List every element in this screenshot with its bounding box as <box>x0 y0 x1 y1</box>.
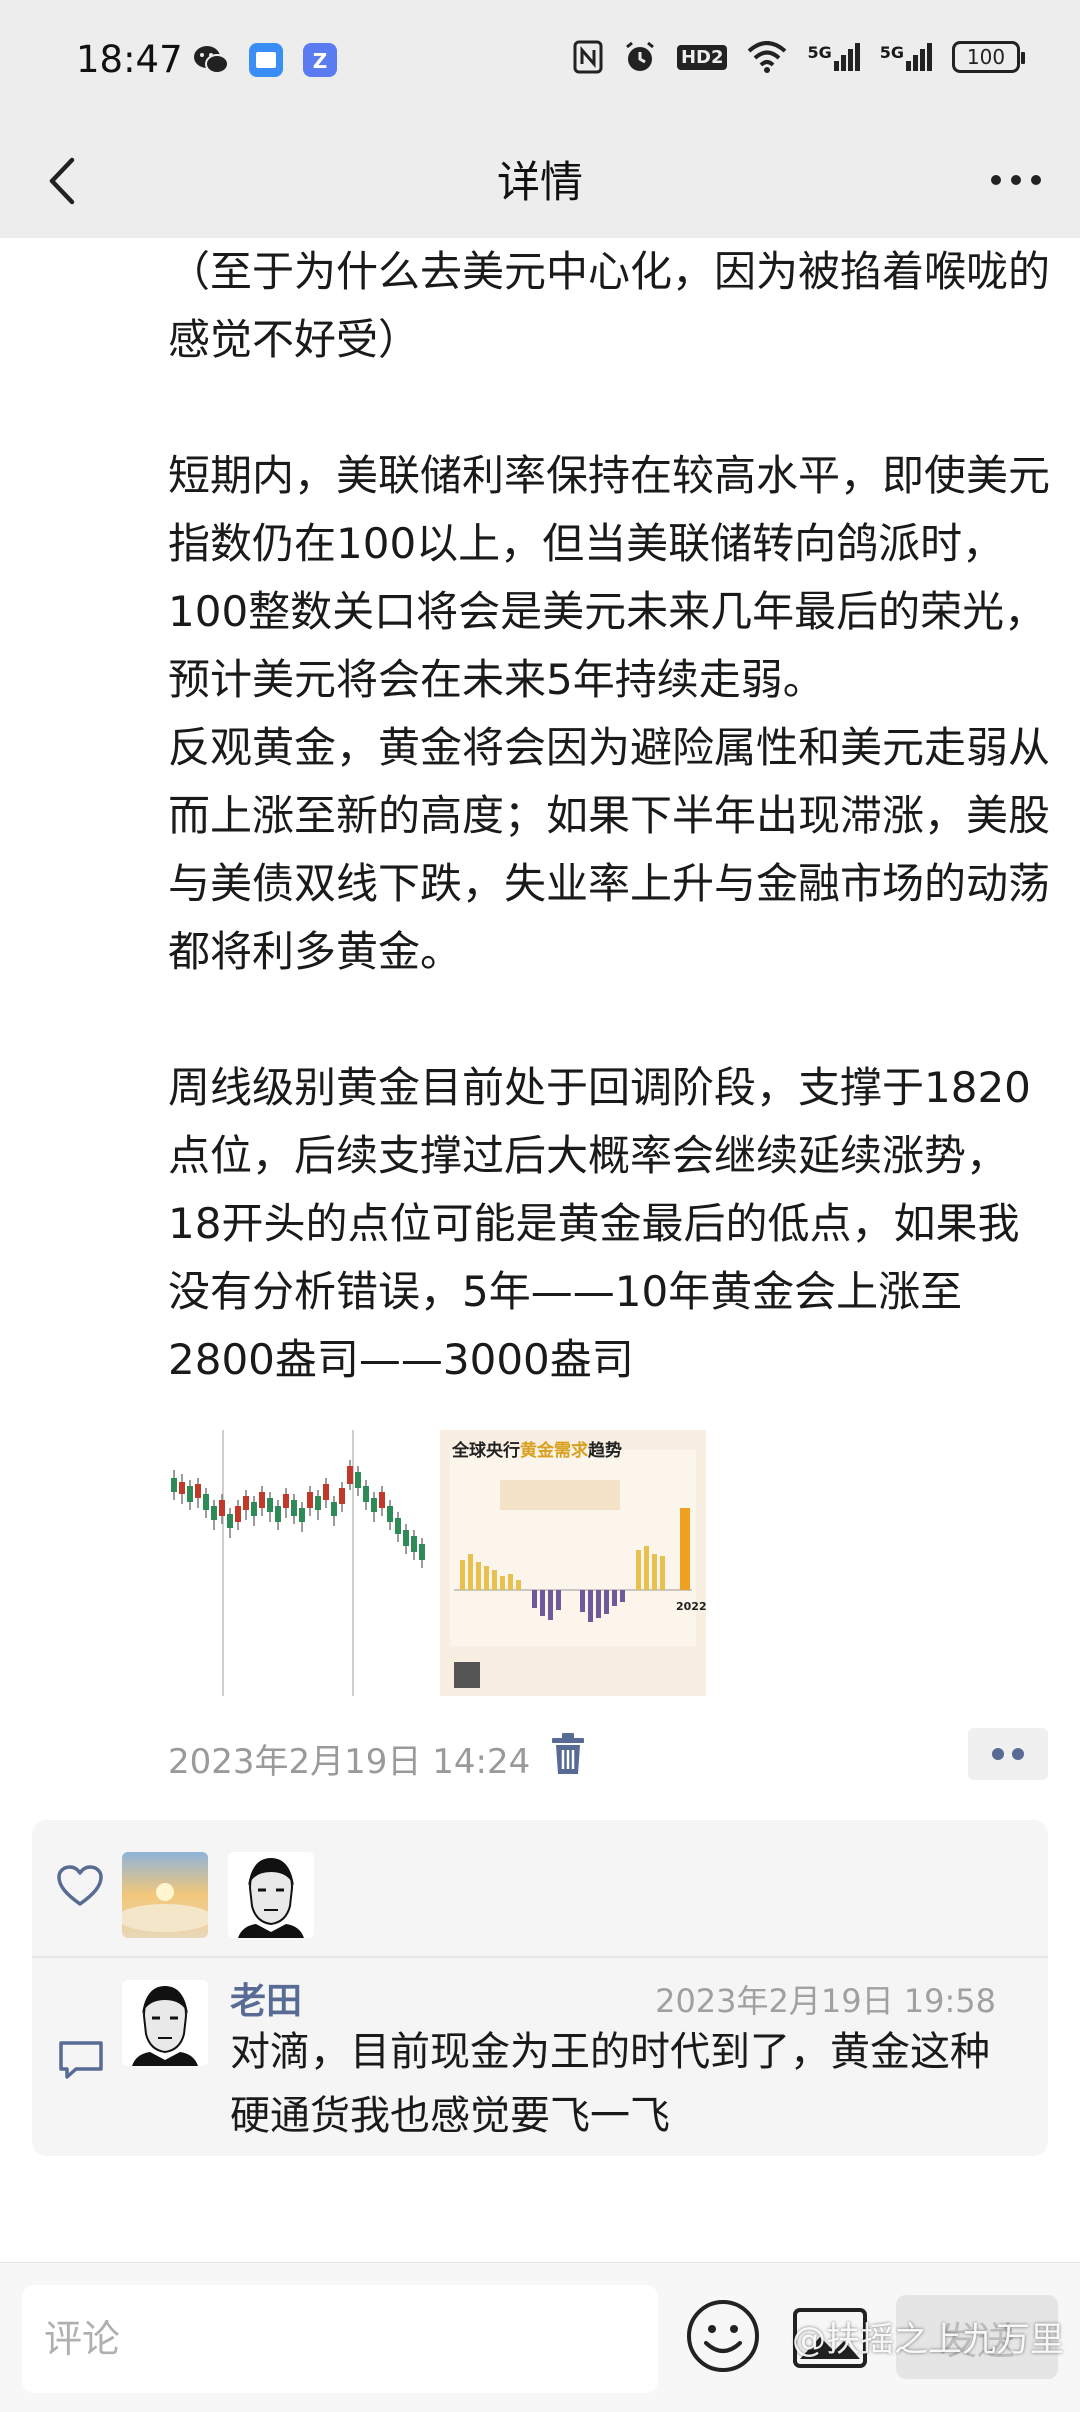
hd-voice-icon: HD2 <box>676 44 728 70</box>
post-paragraph: （至于为什么去美元中心化，因为被掐着喉咙的感觉不好受） <box>168 247 1051 364</box>
liker-avatar[interactable] <box>122 1852 208 1938</box>
more-dot <box>1012 1748 1024 1760</box>
gold-demand-chart-image <box>440 1430 706 1696</box>
signal-5g-icon-1: 5G <box>807 43 860 71</box>
image-thumbnail-candlestick-chart[interactable] <box>168 1430 434 1696</box>
page-title: 详情 <box>497 158 583 208</box>
commenter-name[interactable]: 老田 <box>230 1972 302 2024</box>
comment-timestamp: 2023年2月19日 19:58 <box>655 1982 996 2020</box>
post-meta-row: 2023年2月19日 14:24 <box>168 1728 1048 1784</box>
candlestick-chart-image <box>168 1430 434 1696</box>
status-bar: 18:47 Z HD2 5G 5G 100 <box>0 0 1080 124</box>
gold-chart-title-text: 全球央行黄金需求趋势 <box>452 1441 622 1461</box>
zalo-app-icon: Z <box>303 43 337 77</box>
sketch-face-avatar-image <box>122 1980 208 2066</box>
nfc-icon <box>573 40 603 74</box>
comment-input[interactable] <box>22 2285 658 2393</box>
post-paragraph: 反观黄金，黄金将会因为避险属性和美元走弱从而上涨至新的高度；如果下半年出现滞涨，… <box>168 723 1051 976</box>
more-options-icon[interactable] <box>986 160 1046 200</box>
post-paragraph: 短期内，美联储利率保持在较高水平，即使美元指数仍在100以上，但当美联储转向鸽派… <box>168 451 1051 704</box>
commenter-avatar[interactable] <box>122 1980 208 2066</box>
post-body: （至于为什么去美元中心化，因为被掐着喉咙的感觉不好受） 短期内，美联储利率保持在… <box>168 238 1058 1394</box>
post-timestamp: 2023年2月19日 14:24 <box>168 1742 531 1782</box>
signal-5g-icon-2: 5G <box>880 43 932 71</box>
post-images: 全球央行黄金需求趋势 2022 <box>168 1430 706 1696</box>
sunrise-avatar-image <box>122 1852 208 1938</box>
wifi-icon <box>748 41 787 73</box>
battery-icon: 100 <box>952 41 1025 73</box>
trash-icon[interactable] <box>548 1732 588 1776</box>
post-paragraph: 周线级别黄金目前处于回调阶段，支撑于1820点位，后续支撑过后大概率会继续延续涨… <box>168 1063 1031 1384</box>
comment-text[interactable]: 对滴，目前现金为王的时代到了，黄金这种硬通货我也感觉要飞一飞 <box>230 2020 1020 2148</box>
signal-1-label: 5G <box>807 43 832 62</box>
gold-chart-title: 全球央行黄金需求趋势 <box>452 1436 622 1461</box>
gold-chart-title-highlight: 黄金需求 <box>520 1441 588 1461</box>
more-dot <box>992 1748 1004 1760</box>
gold-chart-year-label: 2022 <box>676 1600 706 1613</box>
watermark-text: @扶摇之上九万里 <box>792 2320 1064 2360</box>
back-arrow-icon[interactable] <box>28 146 98 216</box>
sketch-face-avatar-image <box>228 1852 314 1938</box>
nav-bar: 详情 <box>0 124 1080 238</box>
comment-bubble-icon <box>59 2041 103 2079</box>
status-app-icons: Z <box>192 42 338 78</box>
signal-2-label: 5G <box>879 43 904 62</box>
like-comment-menu-button[interactable] <box>968 1728 1048 1780</box>
wechat-icon <box>194 46 229 74</box>
heart-icon <box>57 1865 103 1906</box>
panel-divider <box>32 1956 1048 1958</box>
svg-text:Z: Z <box>313 49 328 73</box>
likes-comments-panel: 老田 2023年2月19日 19:58 对滴，目前现金为王的时代到了，黄金这种硬… <box>32 1820 1048 2156</box>
notes-app-icon <box>249 43 283 77</box>
status-right-icons: HD2 5G 5G 100 <box>573 40 1025 74</box>
status-time: 18:47 <box>76 38 183 81</box>
emoji-icon[interactable] <box>684 2297 762 2375</box>
liker-avatar[interactable] <box>228 1852 314 1938</box>
alarm-icon <box>626 41 654 71</box>
image-thumbnail-gold-demand-chart[interactable]: 全球央行黄金需求趋势 2022 <box>440 1430 706 1696</box>
